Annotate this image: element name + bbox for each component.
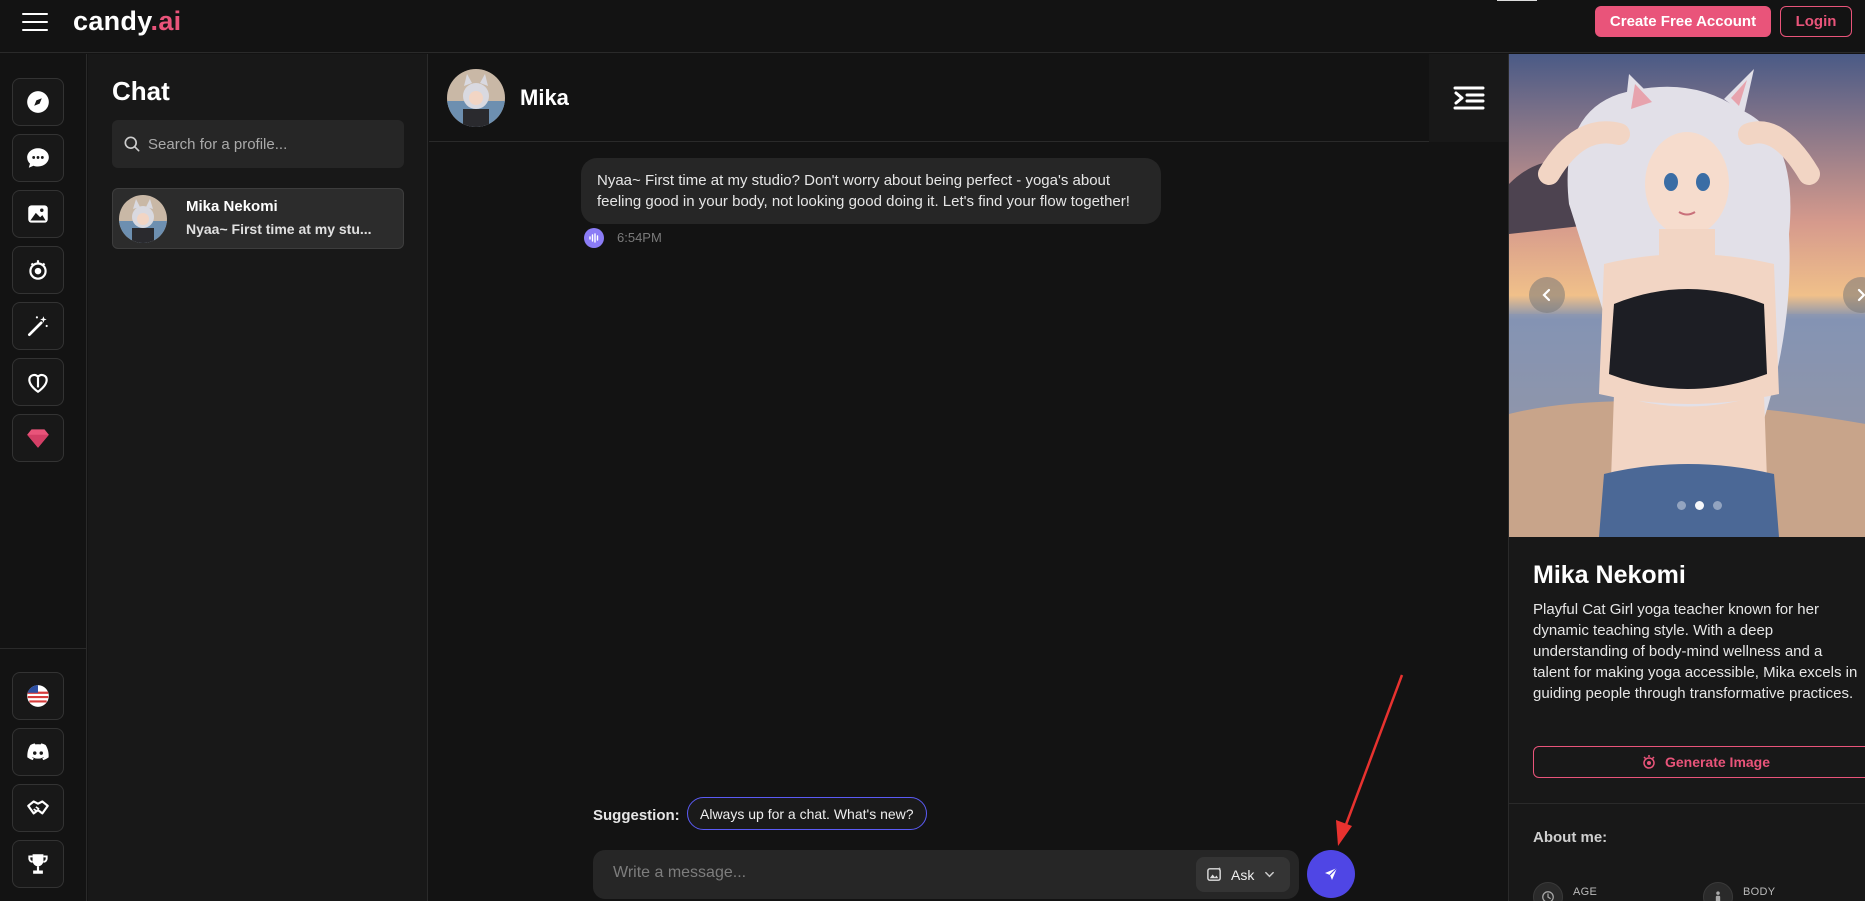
message-input[interactable] bbox=[613, 864, 1183, 882]
gallery-icon bbox=[28, 205, 48, 223]
create-character-button[interactable] bbox=[12, 302, 64, 350]
carousel-prev-button[interactable] bbox=[1529, 277, 1565, 313]
avatar bbox=[119, 195, 167, 243]
login-button[interactable]: Login bbox=[1780, 6, 1852, 37]
profile-description: Playful Cat Girl yoga teacher known for … bbox=[1533, 601, 1858, 702]
compass-icon bbox=[27, 91, 49, 113]
body-icon bbox=[1703, 882, 1733, 901]
send-icon bbox=[1325, 867, 1338, 880]
play-voice-button[interactable] bbox=[584, 228, 604, 248]
icon-rail bbox=[0, 54, 87, 901]
chevron-right-icon bbox=[1857, 288, 1865, 302]
search-icon bbox=[124, 136, 140, 152]
logo-accent: .ai bbox=[150, 6, 182, 36]
carousel-dots bbox=[1677, 501, 1722, 510]
affiliate-button[interactable] bbox=[12, 784, 64, 832]
stat-body-label: BODY bbox=[1743, 886, 1776, 898]
chat-list-panel: Chat Mika Nekomi Nyaa~ First time at my … bbox=[88, 54, 428, 901]
chevron-down-icon bbox=[1265, 871, 1275, 878]
audio-wave-icon bbox=[589, 233, 599, 243]
my-ai-button[interactable] bbox=[12, 358, 64, 406]
search-input[interactable] bbox=[148, 135, 388, 153]
search-box[interactable] bbox=[112, 120, 404, 168]
chat-item-preview: Nyaa~ First time at my stu... bbox=[186, 221, 372, 237]
conversation-name: Mika bbox=[520, 85, 569, 110]
toggle-profile-button[interactable] bbox=[1429, 54, 1508, 142]
heart-icon bbox=[28, 373, 48, 394]
logo-text: candy bbox=[73, 6, 151, 36]
discord-button[interactable] bbox=[12, 728, 64, 776]
profile-name: Mika Nekomi bbox=[1533, 561, 1686, 589]
gallery-button[interactable] bbox=[12, 190, 64, 238]
logo[interactable]: candy.ai bbox=[73, 6, 181, 37]
create-free-account-button[interactable]: Create Free Account bbox=[1595, 6, 1771, 37]
us-flag-icon bbox=[27, 685, 49, 707]
camera-sparkle-icon bbox=[1643, 755, 1655, 769]
age-icon bbox=[1533, 882, 1563, 901]
menu-icon[interactable] bbox=[22, 13, 48, 31]
trophy-icon bbox=[28, 854, 48, 874]
message-composer: Ask bbox=[593, 850, 1299, 899]
suggestion-chip[interactable]: Always up for a chat. What's new? bbox=[687, 797, 927, 830]
message-bubble: Nyaa~ First time at my studio? Don't wor… bbox=[581, 158, 1161, 224]
message-time: 6:54PM bbox=[617, 230, 662, 245]
image-sparkle-icon bbox=[1207, 866, 1222, 881]
chat-list-item[interactable]: Mika Nekomi Nyaa~ First time at my stu..… bbox=[112, 188, 404, 249]
top-bar: candy.ai Create Free Account Login bbox=[0, 0, 1865, 53]
character-photo bbox=[1509, 54, 1865, 537]
conversation-panel: Mika Nyaa~ First time at my studio? Don'… bbox=[429, 54, 1508, 901]
generate-image-label: Generate Image bbox=[1664, 754, 1771, 770]
carousel-dot[interactable] bbox=[1713, 501, 1722, 510]
stat-body: BODY bbox=[1703, 882, 1775, 901]
carousel-dot[interactable] bbox=[1695, 501, 1704, 510]
ask-dropdown[interactable]: Ask bbox=[1196, 857, 1290, 892]
discord-icon bbox=[27, 743, 49, 761]
leaderboard-button[interactable] bbox=[12, 840, 64, 888]
generate-image-button[interactable] bbox=[12, 246, 64, 294]
language-button[interactable] bbox=[12, 672, 64, 720]
ask-label: Ask bbox=[1231, 866, 1255, 883]
profile-divider bbox=[1509, 803, 1865, 804]
carousel-dot[interactable] bbox=[1677, 501, 1686, 510]
diamond-icon bbox=[27, 429, 49, 448]
send-button[interactable] bbox=[1307, 850, 1355, 898]
stat-age: AGE bbox=[1533, 882, 1597, 901]
handshake-icon bbox=[27, 800, 49, 815]
conversation-header: Mika bbox=[429, 54, 1508, 142]
top-marker bbox=[1497, 0, 1537, 1]
profile-panel: Mika Nekomi Playful Cat Girl yoga teache… bbox=[1508, 54, 1865, 901]
chat-button[interactable] bbox=[12, 134, 64, 182]
rail-divider bbox=[0, 648, 87, 649]
explore-button[interactable] bbox=[12, 78, 64, 126]
collapse-sidebar-icon bbox=[1453, 86, 1484, 110]
stat-age-label: AGE bbox=[1573, 886, 1598, 898]
suggestion-label: Suggestion: bbox=[593, 807, 680, 824]
avatar[interactable] bbox=[447, 69, 505, 127]
generate-image-icon bbox=[29, 260, 47, 280]
chevron-left-icon bbox=[1542, 288, 1551, 302]
generate-image-button[interactable]: Generate Image bbox=[1533, 746, 1865, 778]
chat-list-title: Chat bbox=[112, 76, 170, 106]
about-title: About me: bbox=[1533, 829, 1608, 846]
premium-button[interactable] bbox=[12, 414, 64, 462]
chat-icon bbox=[27, 148, 49, 168]
magic-wand-icon bbox=[27, 316, 48, 337]
chat-item-name: Mika Nekomi bbox=[186, 198, 278, 215]
